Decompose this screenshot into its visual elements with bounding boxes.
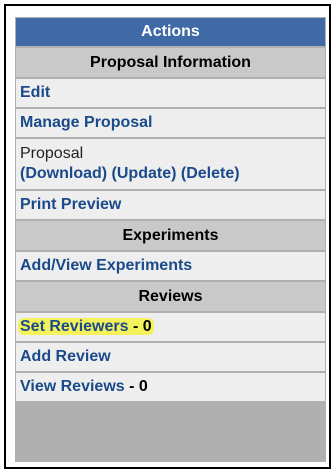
proposal-file-links: (Download) (Update) (Delete) bbox=[20, 164, 321, 184]
reviews-heading: Reviews bbox=[16, 282, 325, 311]
edit-link[interactable]: Edit bbox=[20, 84, 50, 101]
update-link[interactable]: (Update) bbox=[112, 165, 177, 182]
manage-proposal-link[interactable]: Manage Proposal bbox=[20, 114, 152, 131]
add-review-row: Add Review bbox=[16, 343, 325, 371]
set-reviewers-row: Set Reviewers - 0 bbox=[16, 313, 325, 341]
view-reviews-row: View Reviews - 0 bbox=[16, 373, 325, 401]
proposal-file-row: Proposal (Download) (Update) (Delete) bbox=[16, 139, 325, 189]
actions-title: Actions bbox=[16, 18, 325, 46]
add-review-link[interactable]: Add Review bbox=[20, 348, 111, 365]
set-reviewers-count: - 0 bbox=[128, 318, 152, 335]
add-view-experiments-link[interactable]: Add/View Experiments bbox=[20, 257, 192, 274]
view-reviews-link[interactable]: View Reviews bbox=[20, 378, 125, 395]
manage-proposal-row: Manage Proposal bbox=[16, 109, 325, 137]
actions-panel: Actions Proposal Information Edit Manage… bbox=[4, 4, 331, 469]
proposal-label: Proposal bbox=[20, 145, 84, 162]
set-reviewers-link[interactable]: Set Reviewers bbox=[20, 318, 129, 335]
view-reviews-count: - 0 bbox=[124, 378, 148, 395]
print-preview-link[interactable]: Print Preview bbox=[20, 196, 121, 213]
actions-table: Actions Proposal Information Edit Manage… bbox=[15, 17, 326, 462]
experiments-heading: Experiments bbox=[16, 221, 325, 250]
edit-row: Edit bbox=[16, 79, 325, 107]
proposal-information-heading: Proposal Information bbox=[16, 48, 325, 77]
download-link[interactable]: (Download) bbox=[20, 165, 107, 182]
delete-link[interactable]: (Delete) bbox=[181, 165, 240, 182]
add-view-experiments-row: Add/View Experiments bbox=[16, 252, 325, 280]
set-reviewers-highlight: Set Reviewers - 0 bbox=[18, 318, 154, 335]
print-preview-row: Print Preview bbox=[16, 191, 325, 219]
